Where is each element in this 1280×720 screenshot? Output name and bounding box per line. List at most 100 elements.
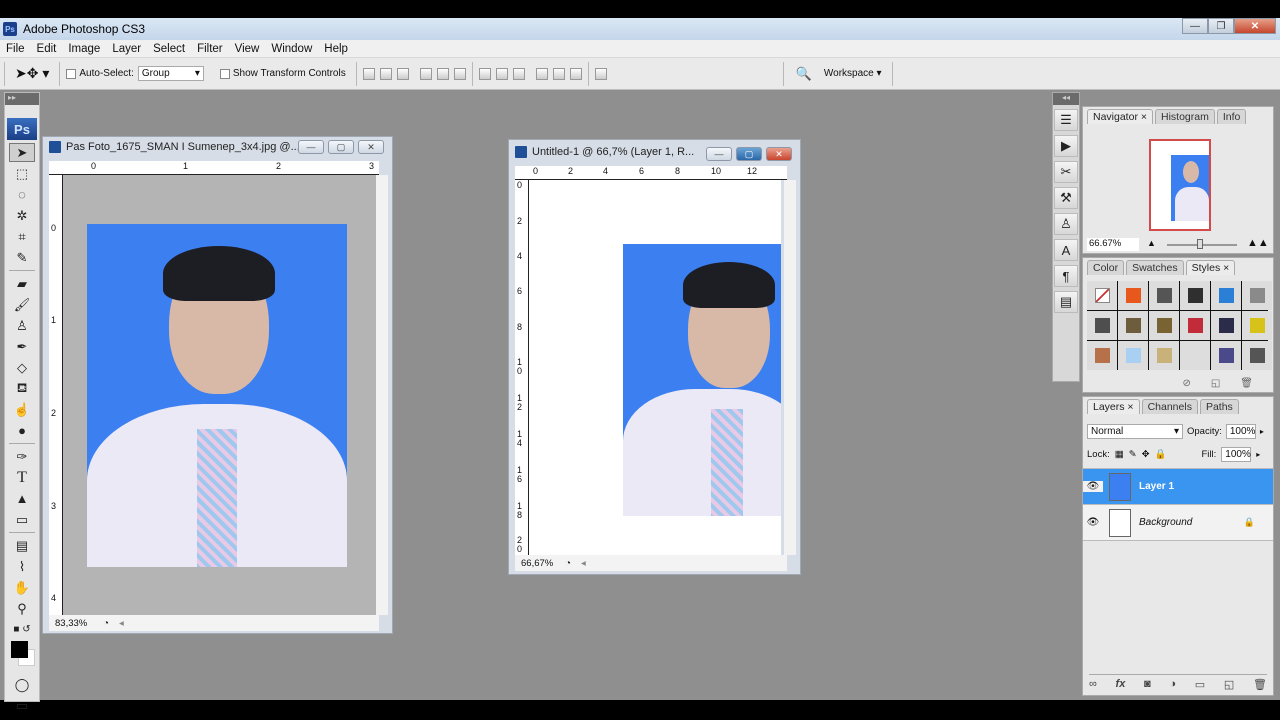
- default-colors-icon[interactable]: ■ ↺: [9, 620, 35, 639]
- eyedropper-tool-icon[interactable]: ⌇: [9, 557, 35, 576]
- add-mask-icon[interactable]: ◙: [1144, 678, 1151, 691]
- menu-file[interactable]: File: [0, 43, 31, 55]
- doc-close-button[interactable]: ✕: [358, 140, 384, 154]
- menu-select[interactable]: Select: [147, 43, 191, 55]
- minimize-button[interactable]: —: [1182, 18, 1208, 34]
- dodge-tool-icon[interactable]: ●: [9, 421, 35, 440]
- doc-maximize-button[interactable]: ▢: [328, 140, 354, 154]
- style-swatch[interactable]: [1211, 281, 1241, 310]
- distribute-bottom-icon[interactable]: [512, 67, 525, 80]
- delete-layer-icon[interactable]: 🗑: [1253, 678, 1267, 691]
- adjustment-layer-icon[interactable]: ◑: [1169, 678, 1176, 691]
- menu-window[interactable]: Window: [265, 43, 318, 55]
- style-swatch[interactable]: [1118, 281, 1148, 310]
- doc-close-button[interactable]: ✕: [766, 147, 792, 161]
- history-panel-icon[interactable]: ☰: [1054, 109, 1078, 131]
- distribute-right-icon[interactable]: [569, 67, 582, 80]
- menu-edit[interactable]: Edit: [31, 43, 63, 55]
- layer-row-layer1[interactable]: 👁 Layer 1: [1083, 469, 1273, 505]
- portrait-photo[interactable]: [87, 224, 347, 567]
- tab-info[interactable]: Info: [1216, 109, 1247, 124]
- layer-name[interactable]: Background: [1139, 517, 1244, 528]
- color-swatches[interactable]: [9, 641, 35, 673]
- brushes-panel-icon[interactable]: ⚒: [1054, 187, 1078, 209]
- navigator-preview[interactable]: [1149, 139, 1211, 231]
- new-layer-icon[interactable]: ◱: [1224, 678, 1234, 691]
- navigator-zoom-slider[interactable]: [1167, 239, 1237, 249]
- path-selection-tool-icon[interactable]: ▲: [9, 489, 35, 508]
- clone-stamp-tool-icon[interactable]: ♙: [9, 316, 35, 335]
- zoom-in-icon[interactable]: ▲▲: [1247, 237, 1269, 249]
- layer-name[interactable]: Layer 1: [1139, 481, 1174, 492]
- auto-select-checkbox[interactable]: [66, 68, 77, 79]
- paragraph-panel-icon[interactable]: ¶: [1054, 265, 1078, 287]
- status-menu-icon[interactable]: ◔: [565, 558, 571, 569]
- style-swatch[interactable]: [1118, 311, 1148, 340]
- toolbox-collapse-icon[interactable]: ▸▸: [5, 93, 39, 105]
- tab-navigator[interactable]: Navigator ×: [1087, 109, 1153, 124]
- tool-presets-icon[interactable]: ✂: [1054, 161, 1078, 183]
- style-swatch[interactable]: [1118, 341, 1148, 370]
- eraser-tool-icon[interactable]: ◇: [9, 358, 35, 377]
- visibility-eye-icon[interactable]: 👁: [1083, 481, 1103, 492]
- zoom-level[interactable]: 83,33%: [49, 618, 93, 629]
- lock-pixels-icon[interactable]: ✎: [1129, 449, 1137, 460]
- layer-style-icon[interactable]: fx: [1116, 678, 1126, 691]
- style-swatch[interactable]: [1087, 341, 1117, 370]
- horizontal-scrollbar[interactable]: ◂: [581, 558, 787, 569]
- distribute-left-icon[interactable]: [535, 67, 548, 80]
- fill-slider-arrow[interactable]: ▸: [1256, 450, 1260, 459]
- opacity-slider-arrow[interactable]: ▸: [1260, 427, 1264, 436]
- bridge-icon[interactable]: 🔍: [796, 66, 812, 82]
- horizontal-scrollbar[interactable]: ◂: [119, 618, 379, 629]
- menu-layer[interactable]: Layer: [106, 43, 147, 55]
- zoom-out-icon[interactable]: ▲: [1147, 238, 1156, 248]
- layer-comps-icon[interactable]: ▤: [1054, 291, 1078, 313]
- clear-style-icon[interactable]: ⊘: [1182, 378, 1190, 389]
- move-tool-icon[interactable]: ➤: [9, 143, 35, 162]
- quick-mask-icon[interactable]: ◯: [9, 675, 35, 694]
- actions-panel-icon[interactable]: ▶: [1054, 135, 1078, 157]
- tab-paths[interactable]: Paths: [1199, 399, 1239, 414]
- style-swatch[interactable]: [1242, 281, 1272, 310]
- character-panel-icon[interactable]: A: [1054, 239, 1078, 261]
- lock-all-icon[interactable]: 🔒: [1155, 449, 1167, 460]
- style-swatch[interactable]: [1087, 281, 1117, 310]
- menu-view[interactable]: View: [229, 43, 266, 55]
- fill-field[interactable]: 100%: [1221, 447, 1252, 462]
- distribute-vcenter-icon[interactable]: [495, 67, 508, 80]
- show-transform-checkbox[interactable]: [219, 68, 230, 79]
- auto-select-dropdown[interactable]: Group ▾: [137, 66, 204, 81]
- notes-tool-icon[interactable]: ▤: [9, 536, 35, 555]
- status-menu-icon[interactable]: ◔: [103, 618, 109, 629]
- slice-tool-icon[interactable]: ✎: [9, 248, 35, 267]
- restore-button[interactable]: ❐: [1208, 18, 1234, 34]
- move-tool-preset-icon[interactable]: ➤✥ ▾: [15, 65, 49, 82]
- history-brush-tool-icon[interactable]: ✒: [9, 337, 35, 356]
- healing-brush-tool-icon[interactable]: ▰: [9, 274, 35, 293]
- workspace-menu[interactable]: Workspace ▾: [824, 68, 882, 79]
- align-hcenter-icon[interactable]: [436, 67, 449, 80]
- distribute-hcenter-icon[interactable]: [552, 67, 565, 80]
- doc-minimize-button[interactable]: —: [706, 147, 732, 161]
- doc-maximize-button[interactable]: ▢: [736, 147, 762, 161]
- lock-transparency-icon[interactable]: ▦: [1115, 449, 1124, 460]
- style-swatch[interactable]: [1149, 311, 1179, 340]
- style-swatch[interactable]: [1242, 311, 1272, 340]
- close-button[interactable]: ✕: [1234, 18, 1276, 34]
- vertical-scrollbar[interactable]: [784, 180, 796, 555]
- visibility-eye-icon[interactable]: 👁: [1083, 517, 1103, 528]
- style-swatch[interactable]: [1149, 341, 1179, 370]
- align-top-icon[interactable]: [362, 67, 375, 80]
- navigator-zoom-field[interactable]: 66.67%: [1087, 238, 1139, 251]
- blur-tool-icon[interactable]: ☝: [9, 400, 35, 419]
- vertical-scrollbar[interactable]: [376, 175, 388, 615]
- style-swatch[interactable]: [1211, 311, 1241, 340]
- lasso-tool-icon[interactable]: ◌: [9, 185, 35, 204]
- style-swatch[interactable]: [1087, 311, 1117, 340]
- menu-image[interactable]: Image: [62, 43, 106, 55]
- tab-channels[interactable]: Channels: [1141, 399, 1198, 414]
- layer-row-background[interactable]: 👁 Background 🔒: [1083, 505, 1273, 541]
- style-swatch[interactable]: [1149, 281, 1179, 310]
- new-group-icon[interactable]: ▭: [1195, 678, 1205, 691]
